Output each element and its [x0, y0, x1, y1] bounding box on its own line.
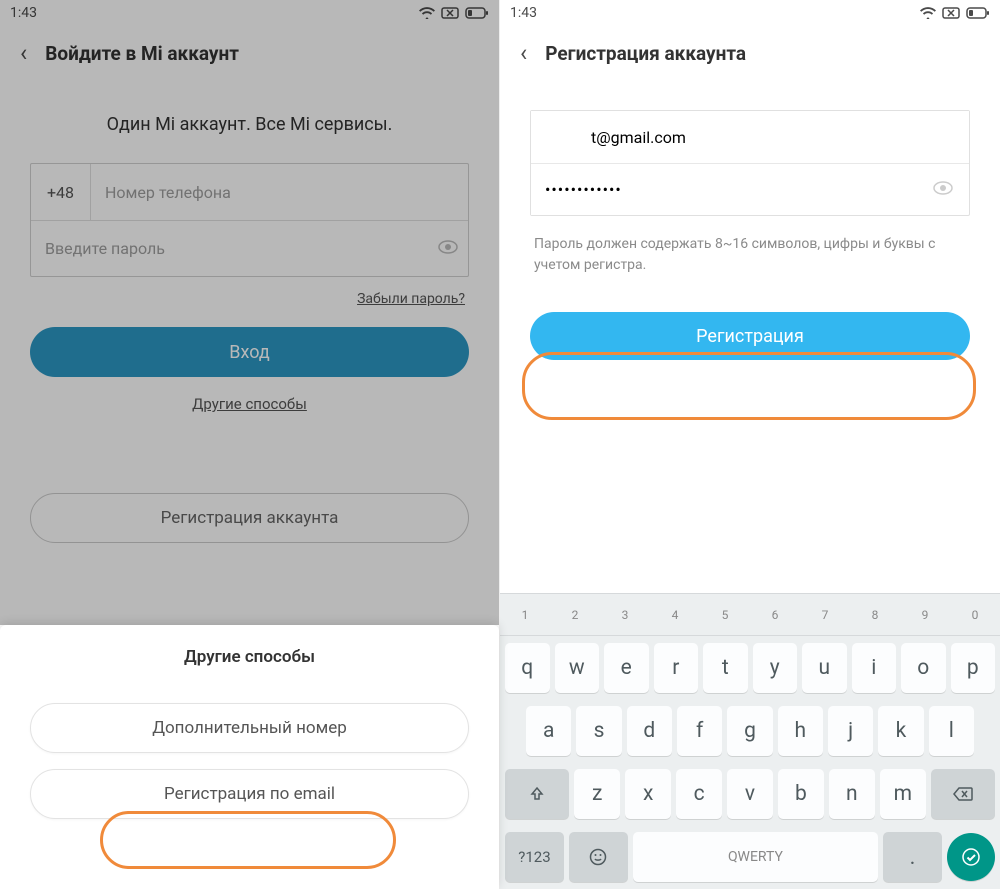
- dim-overlay[interactable]: [0, 0, 499, 625]
- keyboard-row: z x c v b n m: [500, 763, 1000, 826]
- keyboard-row: a s d f g h j k l: [500, 699, 1000, 762]
- key-y[interactable]: y: [753, 643, 798, 693]
- page-title: Регистрация аккаунта: [545, 42, 746, 65]
- key-j[interactable]: j: [828, 706, 873, 756]
- password-hint: Пароль должен содержать 8~16 символов, ц…: [534, 234, 966, 276]
- key-v[interactable]: v: [727, 769, 773, 819]
- key-q[interactable]: q: [505, 643, 550, 693]
- status-right: [920, 7, 990, 19]
- back-icon[interactable]: ‹: [520, 39, 527, 67]
- email-input[interactable]: [531, 111, 969, 163]
- key-w[interactable]: w: [555, 643, 600, 693]
- keyboard-hints: 1 2 3 4 5 6 7 8 9 0: [500, 594, 1000, 636]
- kbd-hint: 6: [772, 608, 779, 622]
- key-emoji[interactable]: [569, 832, 628, 882]
- key-u[interactable]: u: [802, 643, 847, 693]
- keyboard: 1 2 3 4 5 6 7 8 9 0 q w e r t y u i o p …: [500, 593, 1000, 889]
- key-a[interactable]: a: [526, 706, 571, 756]
- kbd-hint: 9: [922, 608, 929, 622]
- key-shift[interactable]: [505, 769, 569, 819]
- key-n[interactable]: n: [829, 769, 875, 819]
- key-h[interactable]: h: [778, 706, 823, 756]
- kbd-hint: 5: [722, 608, 729, 622]
- kbd-hint: 2: [572, 608, 579, 622]
- key-c[interactable]: c: [676, 769, 722, 819]
- password-input[interactable]: [531, 164, 929, 215]
- battery-icon: [966, 7, 990, 19]
- kbd-hint: 1: [522, 608, 529, 622]
- key-s[interactable]: s: [576, 706, 621, 756]
- key-g[interactable]: g: [727, 706, 772, 756]
- key-l[interactable]: l: [929, 706, 974, 756]
- key-x[interactable]: x: [625, 769, 671, 819]
- keyboard-row: ?123 QWERTY .: [500, 826, 1000, 889]
- key-p[interactable]: p: [951, 643, 996, 693]
- key-symbols[interactable]: ?123: [505, 832, 564, 882]
- key-t[interactable]: t: [703, 643, 748, 693]
- callout-ellipse: [522, 352, 976, 420]
- key-f[interactable]: f: [677, 706, 722, 756]
- phone-right: 1:43 ‹ Регистрация аккаунта Пароль долже…: [500, 0, 1000, 889]
- dnd-icon: [942, 7, 960, 19]
- eye-icon[interactable]: [929, 180, 969, 199]
- key-e[interactable]: e: [604, 643, 649, 693]
- header: ‹ Регистрация аккаунта: [500, 26, 1000, 80]
- status-bar: 1:43: [500, 0, 1000, 26]
- register-form: Пароль должен содержать 8~16 символов, ц…: [500, 80, 1000, 360]
- key-space[interactable]: QWERTY: [633, 832, 878, 882]
- sheet-title: Другие способы: [30, 647, 469, 667]
- key-m[interactable]: m: [880, 769, 926, 819]
- status-time: 1:43: [510, 5, 537, 21]
- key-z[interactable]: z: [574, 769, 620, 819]
- phone-left: 1:43 ‹ Войдите в Mi аккаунт Один Mi акка…: [0, 0, 500, 889]
- kbd-hint: 7: [822, 608, 829, 622]
- key-d[interactable]: d: [627, 706, 672, 756]
- kbd-hint: 3: [622, 608, 629, 622]
- field-group: [530, 110, 970, 216]
- key-k[interactable]: k: [878, 706, 923, 756]
- email-register-button[interactable]: Регистрация по email: [30, 769, 469, 819]
- other-ways-sheet: Другие способы Дополнительный номер Реги…: [0, 625, 499, 889]
- key-r[interactable]: r: [654, 643, 699, 693]
- wifi-icon: [920, 7, 936, 19]
- key-backspace[interactable]: [931, 769, 995, 819]
- kbd-hint: 4: [672, 608, 679, 622]
- key-enter[interactable]: [947, 833, 995, 881]
- register-button[interactable]: Регистрация: [530, 312, 970, 360]
- key-o[interactable]: o: [901, 643, 946, 693]
- key-b[interactable]: b: [778, 769, 824, 819]
- keyboard-row: q w e r t y u i o p: [500, 636, 1000, 699]
- key-i[interactable]: i: [852, 643, 897, 693]
- alt-number-button[interactable]: Дополнительный номер: [30, 703, 469, 753]
- kbd-hint: 0: [972, 608, 979, 622]
- key-period[interactable]: .: [883, 832, 942, 882]
- kbd-hint: 8: [872, 608, 879, 622]
